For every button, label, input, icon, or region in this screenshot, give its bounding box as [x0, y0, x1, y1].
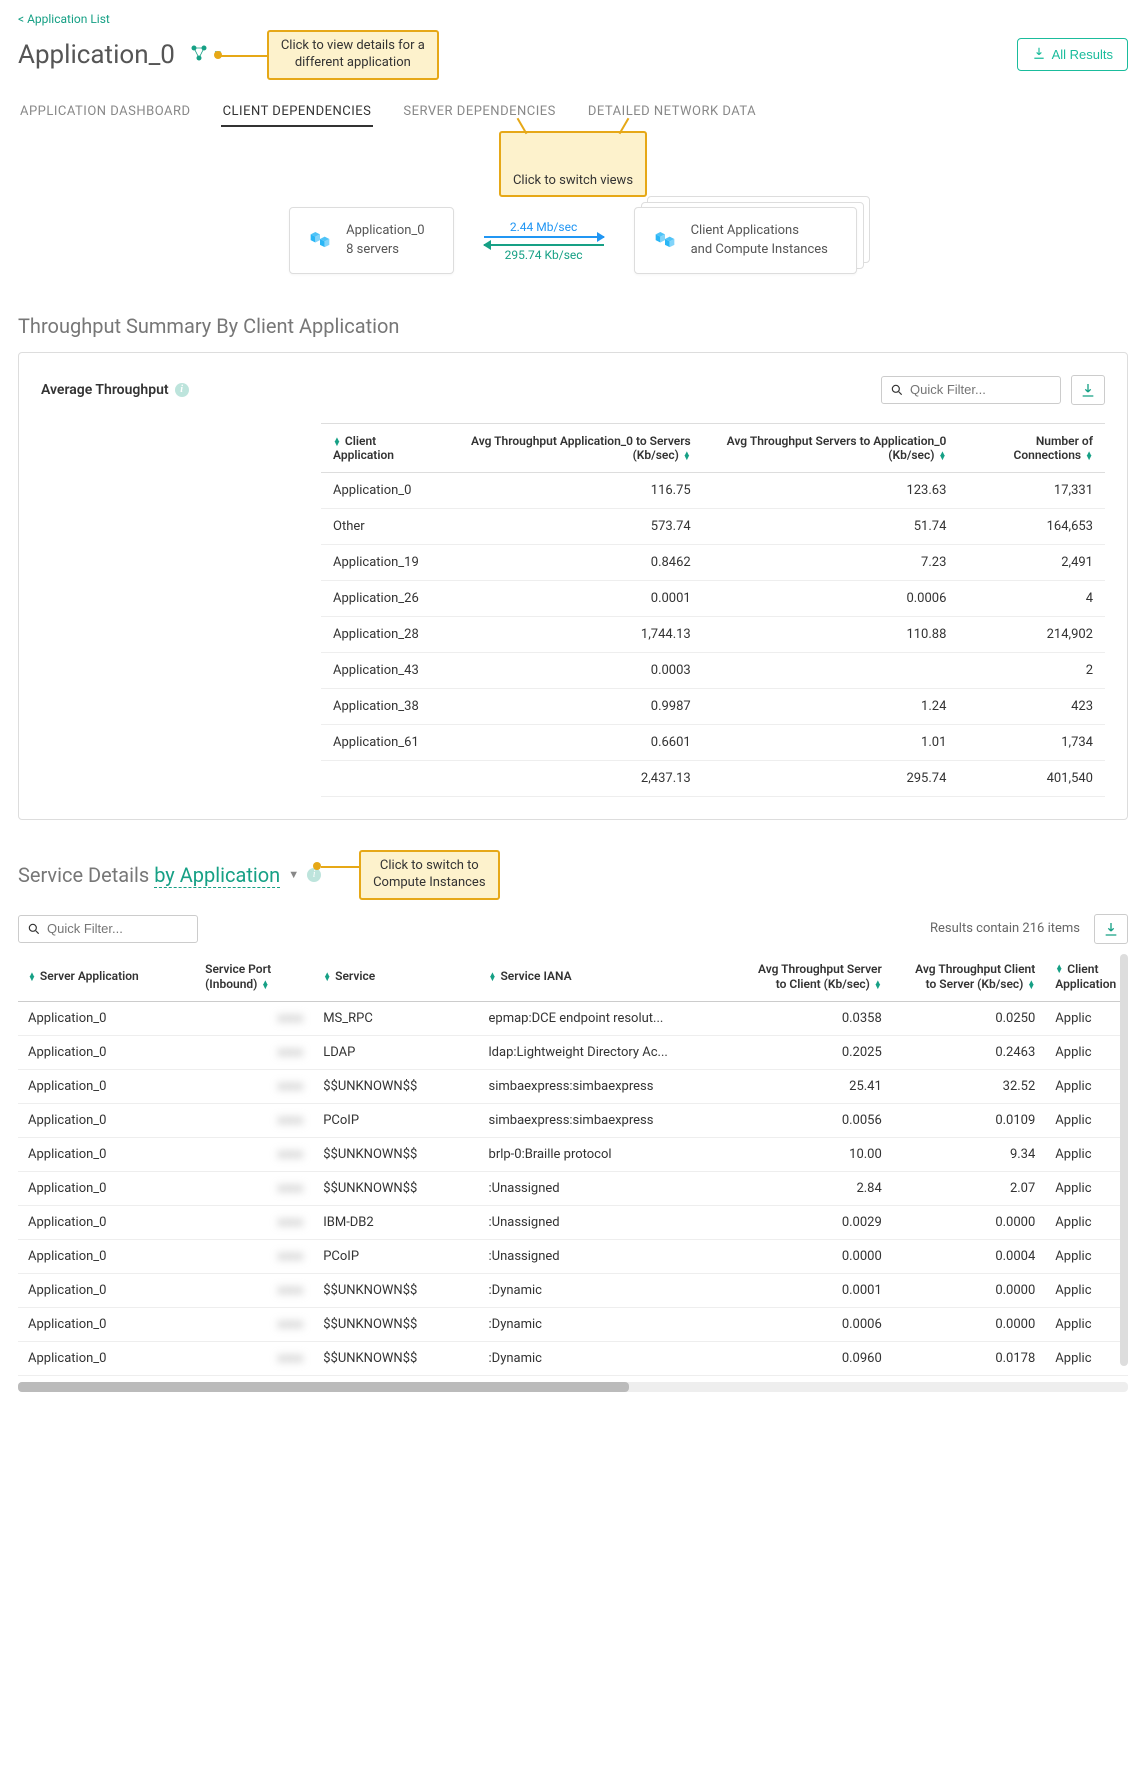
sort-icon: ▲▼ [28, 973, 36, 981]
sort-icon: ▲▼ [489, 973, 497, 981]
sort-icon: ▲▼ [1027, 981, 1035, 989]
all-results-button[interactable]: All Results [1017, 38, 1128, 71]
tab-server-dependencies[interactable]: SERVER DEPENDENCIES [401, 98, 557, 127]
callout-switch-app: Click to view details for a different ap… [267, 30, 439, 80]
quick-filter-input[interactable] [47, 921, 187, 936]
arrow-right-icon [484, 236, 604, 238]
chevron-down-icon[interactable]: ▼ [288, 868, 299, 881]
download-button[interactable] [1071, 375, 1105, 405]
col-c2s[interactable]: Avg Throughput Client to Server (Kb/sec)… [892, 954, 1046, 1002]
sort-icon: ▲▼ [333, 438, 341, 446]
diagram-clients-sub: and Compute Instances [691, 242, 828, 257]
throughput-section-title: Throughput Summary By Client Application [18, 314, 1128, 338]
by-application-dropdown[interactable]: by Application [154, 863, 280, 888]
throughput-card: Average Throughput i ▲▼Client Applicatio… [18, 352, 1128, 820]
page-title: Application_0 [18, 40, 175, 70]
view-tabs: APPLICATION DASHBOARD CLIENT DEPENDENCIES… [18, 98, 1128, 127]
sort-icon: ▲▼ [938, 452, 946, 460]
diagram-clients-title: Client Applications [691, 222, 828, 240]
col-iana[interactable]: ▲▼Service IANA [479, 954, 739, 1002]
tab-client-dependencies[interactable]: CLIENT DEPENDENCIES [221, 98, 374, 127]
outbound-rate: 2.44 Mb/sec [510, 220, 577, 234]
col-service[interactable]: ▲▼Service [313, 954, 478, 1002]
diagram-clients-box[interactable]: Client Applications and Compute Instance… [634, 207, 857, 273]
info-icon[interactable]: i [307, 868, 321, 882]
table-row[interactable]: Application_260.00010.00064 [321, 580, 1105, 616]
total-conn: 401,540 [958, 760, 1105, 796]
sort-icon: ▲▼ [323, 973, 331, 981]
table-row[interactable]: Application_0xxxxPCoIPsimbaexpress:simba… [18, 1103, 1128, 1137]
sort-icon: ▲▼ [874, 981, 882, 989]
table-row[interactable]: Application_380.99871.24423 [321, 688, 1105, 724]
back-link[interactable]: < Application List [18, 12, 110, 26]
col-client-app[interactable]: ▲▼Client Application [1045, 954, 1128, 1002]
throughput-table: ▲▼Client Application Avg Throughput Appl… [321, 423, 1105, 797]
info-icon[interactable]: i [175, 383, 189, 397]
horizontal-scrollbar[interactable] [18, 1382, 1128, 1392]
total-from: 295.74 [703, 760, 959, 796]
sort-icon: ▲▼ [261, 981, 269, 989]
quick-filter-throughput[interactable] [881, 376, 1061, 404]
table-row[interactable]: Application_281,744.13110.88214,902 [321, 616, 1105, 652]
download-icon [1032, 46, 1046, 63]
table-row[interactable]: Other573.7451.74164,653 [321, 508, 1105, 544]
sort-icon: ▲▼ [1055, 965, 1063, 973]
diagram-app-box[interactable]: Application_0 8 servers [289, 207, 453, 273]
table-row[interactable]: Application_190.84627.232,491 [321, 544, 1105, 580]
table-row[interactable]: Application_0xxxxLDAPldap:Lightweight Di… [18, 1035, 1128, 1069]
cubes-icon [306, 225, 334, 257]
download-button[interactable] [1094, 914, 1128, 944]
col-to-servers[interactable]: Avg Throughput Application_0 to Servers … [447, 423, 703, 472]
tab-application-dashboard[interactable]: APPLICATION DASHBOARD [18, 98, 193, 127]
callout-switch-views: Click to switch views [499, 131, 647, 198]
tab-detailed-network-data[interactable]: DETAILED NETWORK DATA [586, 98, 758, 127]
callout-switch-compute: Click to switch to Compute Instances [359, 850, 499, 900]
col-client-app[interactable]: ▲▼Client Application [321, 423, 447, 472]
col-port[interactable]: Service Port (Inbound)▲▼ [195, 954, 313, 1002]
results-count: Results contain 216 items [930, 921, 1080, 936]
network-icon [189, 43, 209, 67]
col-s2c[interactable]: Avg Throughput Server to Client (Kb/sec)… [738, 954, 892, 1002]
avg-throughput-label: Average Throughput [41, 382, 169, 398]
sort-icon: ▲▼ [1085, 452, 1093, 460]
diagram-app-title: Application_0 [346, 222, 424, 240]
dependency-diagram: Application_0 8 servers 2.44 Mb/sec 295.… [18, 207, 1128, 273]
col-server-app[interactable]: ▲▼Server Application [18, 954, 195, 1002]
all-results-label: All Results [1052, 47, 1113, 62]
diagram-app-sub: 8 servers [346, 242, 399, 257]
table-row[interactable]: Application_0xxxxIBM-DB2:Unassigned0.002… [18, 1205, 1128, 1239]
table-row[interactable]: Application_0xxxx$$UNKNOWN$$:Unassigned2… [18, 1171, 1128, 1205]
search-icon [890, 383, 904, 401]
total-to: 2,437.13 [447, 760, 703, 796]
table-row[interactable]: Application_610.66011.011,734 [321, 724, 1105, 760]
table-row[interactable]: Application_0xxxx$$UNKNOWN$$:Dynamic0.09… [18, 1341, 1128, 1375]
table-row[interactable]: Application_430.00032 [321, 652, 1105, 688]
search-icon [27, 922, 41, 940]
sort-icon: ▲▼ [683, 452, 691, 460]
cubes-icon [651, 225, 679, 257]
table-row[interactable]: Application_0xxxx$$UNKNOWN$$:Dynamic0.00… [18, 1307, 1128, 1341]
table-row[interactable]: Application_0xxxx$$UNKNOWN$$:Dynamic0.00… [18, 1273, 1128, 1307]
arrow-left-icon [484, 244, 604, 246]
table-row[interactable]: Application_0xxxx$$UNKNOWN$$simbaexpress… [18, 1069, 1128, 1103]
col-connections[interactable]: Number of Connections▲▼ [958, 423, 1105, 472]
quick-filter-service[interactable] [18, 915, 198, 943]
table-row[interactable]: Application_0xxxx$$UNKNOWN$$brlp-0:Brail… [18, 1137, 1128, 1171]
service-details-title: Service Details by Application [18, 863, 280, 887]
col-to-app[interactable]: Avg Throughput Servers to Application_0 … [703, 423, 959, 472]
table-row[interactable]: Application_0xxxxPCoIP:Unassigned0.00000… [18, 1239, 1128, 1273]
quick-filter-input[interactable] [910, 382, 1050, 397]
inbound-rate: 295.74 Kb/sec [505, 248, 583, 262]
table-row[interactable]: Application_0xxxxMS_RPCepmap:DCE endpoin… [18, 1001, 1128, 1035]
service-details-table: ▲▼Server Application Service Port (Inbou… [18, 954, 1128, 1376]
table-row[interactable]: Application_0116.75123.6317,331 [321, 472, 1105, 508]
